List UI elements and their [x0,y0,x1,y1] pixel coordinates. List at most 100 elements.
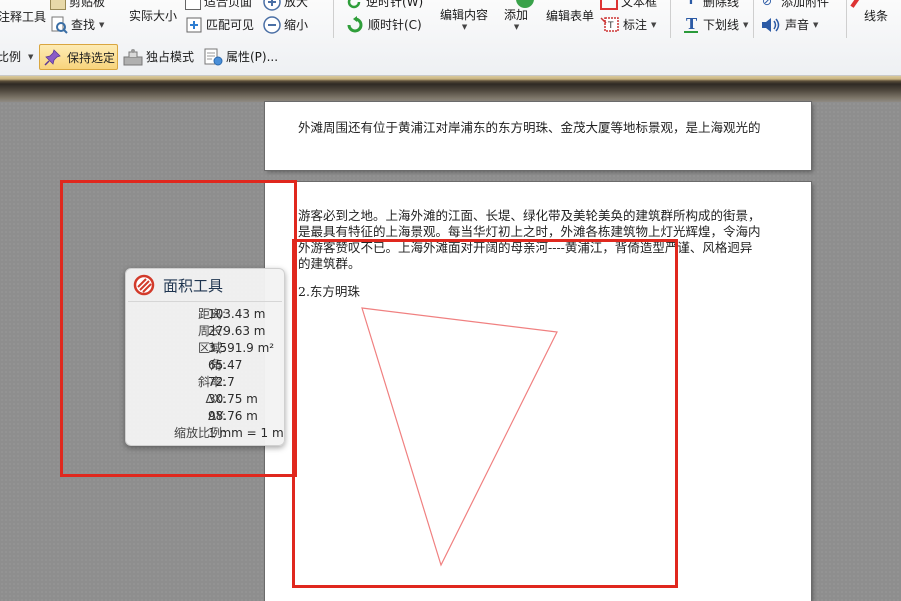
measure-value: 30.75 m [208,392,258,406]
svg-text:T: T [607,21,614,31]
textbox-button[interactable]: 文本框 [600,0,657,12]
add-label: 添加 [504,8,529,22]
measure-row-scale: 缩放比例: 1 mm = 1 m [126,425,284,442]
rotate-ccw-icon [345,0,363,11]
measure-value: 98.76 m [208,409,258,423]
edit-content-label: 编辑内容 [440,8,489,22]
area-measurement-shape[interactable] [265,182,811,601]
callout-icon: T [600,16,620,34]
separator [333,0,334,38]
fit-page-label: 适合页面 [204,0,253,9]
page-text: 外滩周围还有位于黄浦江对岸浦东的东方明珠、金茂大厦等地标景观，是上海观光的 [298,120,761,135]
strikethrough-icon: T [686,0,696,7]
textbox-icon [600,0,618,10]
measure-value: 103.43 m [208,307,266,321]
properties-button[interactable]: 属性(P)... [203,47,278,67]
measure-value: 65.47 [208,358,243,372]
underline-icon: T [682,15,700,34]
edit-content-dropdown-icon: ▼ [461,23,468,31]
add-button[interactable]: 添加 ▼ [504,7,528,35]
measure-value: 72.7 [208,375,235,389]
header-band [0,76,901,102]
lines-label: 线条 [864,9,889,23]
clipboard-label: 剪贴板 [69,0,106,9]
separator [670,0,671,38]
divider [128,301,282,302]
find-dropdown-icon[interactable]: ▼ [99,21,104,29]
strikethrough-label: 删除线 [703,0,740,9]
sound-dropdown-icon[interactable]: ▼ [813,21,818,29]
exclusive-mode-button[interactable]: 独占模式 [123,47,194,67]
annotation-button[interactable]: T 标注 ▼ [600,15,656,35]
area-tool-icon [133,274,155,296]
fit-visible-button[interactable]: 匹配可见 [185,15,254,35]
separator [846,0,847,38]
properties-icon [203,48,223,66]
lines-button[interactable]: 线条 [850,0,889,26]
underline-label: 下划线 [703,18,740,32]
fit-visible-label: 匹配可见 [206,18,255,32]
annotate-tool-button[interactable]: 注释工具 [0,7,46,27]
find-button[interactable]: 查找 ▼ [50,15,104,35]
edit-content-button[interactable]: 编辑内容 ▼ [440,7,488,35]
measure-value: 3,591.9 m² [208,341,275,355]
fit-page-button[interactable]: 适合页面 [185,0,252,12]
rotate-cw-icon [345,16,365,34]
underline-dropdown-icon[interactable]: ▼ [743,21,748,29]
exclusive-mode-icon [123,48,143,66]
measure-row-slope: 斜率: 72.7 [126,374,284,391]
rotate-cw-button[interactable]: 顺时针(C) [345,15,422,35]
find-icon [50,16,68,34]
keep-selected-label: 保持选定 [67,50,116,65]
underline-button[interactable]: T 下划线 ▼ [682,15,748,35]
fit-page-icon [185,0,201,10]
measure-row-delta-x: ΔX: 30.75 m [126,391,284,408]
measure-row-delta-y: ΔY: 98.76 m [126,408,284,425]
pdf-page[interactable]: 游客必到之地。上海外滩的江面、长堤、绿化带及美轮美奂的建筑群所构成的街景， 是最… [265,182,811,601]
pin-icon [44,48,62,66]
attachment-icon: ⊘ [762,0,773,8]
zoom-out-button[interactable]: 缩小 [263,15,308,35]
svg-text:T: T [686,16,698,33]
scale-dropdown-icon: ▼ [28,53,34,61]
rotate-ccw-button[interactable]: 逆时针(W) [345,0,423,12]
sound-button[interactable]: 声音 ▼ [760,15,818,35]
pdf-page[interactable]: 外滩周围还有位于黄浦江对岸浦东的东方明珠、金茂大厦等地标景观，是上海观光的 [265,102,811,170]
strikethrough-button[interactable]: T 删除线 [682,0,739,12]
zoom-in-icon [263,0,281,11]
area-tool-panel[interactable]: 面积工具 距离: 103.43 m 周长: 279.63 m 区域: 3,591… [125,268,285,446]
annotate-tool-label: 注释工具 [0,10,47,24]
edit-form-label: 编辑表单 [546,9,595,23]
measure-row-perimeter: 周长: 279.63 m [126,323,284,340]
pencil-icon [850,0,862,8]
zoom-in-label: 放大 [284,0,309,9]
find-label: 查找 [71,18,96,32]
area-tool-title: 面积工具 [163,276,224,295]
clipboard-icon [50,0,66,10]
scale-label: 比例 [0,50,22,64]
rotate-ccw-label: 逆时针(W) [366,0,424,9]
measure-value: 279.63 m [208,324,266,338]
zoom-in-button[interactable]: 放大 [263,0,308,12]
measure-row-angle: 角: 65.47 [126,357,284,374]
add-file-button[interactable]: ⊘ 添加附件 [762,0,829,12]
area-polygon [361,307,558,567]
zoom-out-icon [263,16,281,34]
keep-selected-button[interactable]: 保持选定 [39,44,118,70]
actual-size-button[interactable]: 实际大小 [129,6,177,26]
measure-row-area: 区域: 3,591.9 m² [126,340,284,357]
fit-visible-icon [185,16,203,34]
annotation-label: 标注 [623,18,648,32]
properties-label: 属性(P)... [226,50,279,64]
annotation-dropdown-icon[interactable]: ▼ [651,21,656,29]
add-dropdown-icon: ▼ [513,23,520,31]
add-file-label: 添加附件 [781,0,830,9]
zoom-out-label: 缩小 [284,18,309,32]
edit-form-button[interactable]: 编辑表单 [546,6,594,26]
textbox-label: 文本框 [621,0,658,9]
sound-label: 声音 [785,18,810,32]
separator [753,0,754,38]
clipboard-button[interactable]: 剪贴板 [50,0,105,12]
scale-dropdown[interactable]: 比例 ▼ [0,47,33,67]
rotate-cw-label: 顺时针(C) [368,18,422,32]
